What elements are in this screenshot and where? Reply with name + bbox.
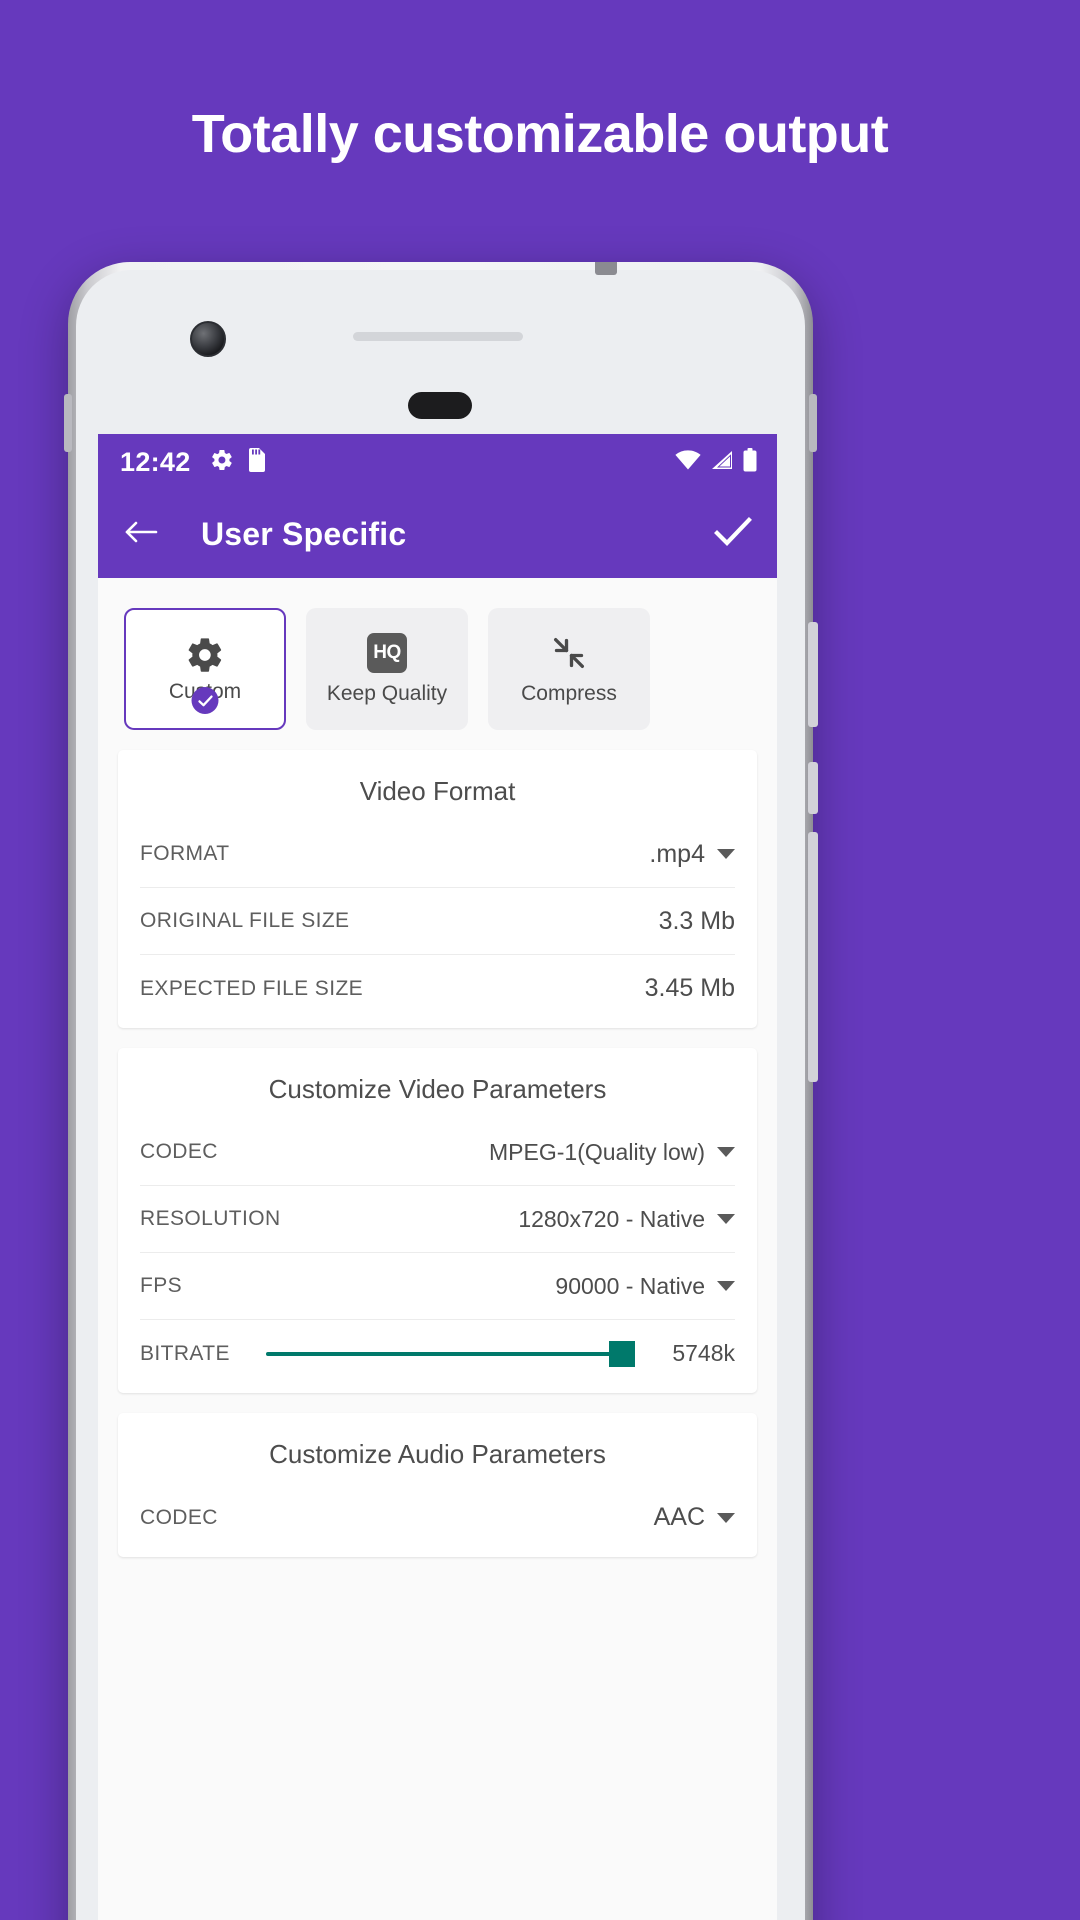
chevron-down-icon[interactable]	[717, 1512, 735, 1523]
row-resolution[interactable]: RESOLUTION 1280x720 - Native	[140, 1186, 735, 1253]
row-audio-codec[interactable]: CODEC AAC	[140, 1484, 735, 1551]
status-right-icons	[675, 447, 757, 477]
row-value-text: 3.45 Mb	[644, 974, 735, 1002]
mode-chip-label: Keep Quality	[326, 682, 448, 705]
phone-power-button	[808, 832, 818, 1082]
mode-selector: Custom HQ Keep Quality	[98, 578, 777, 730]
row-value-text: .mp4	[649, 839, 705, 868]
chevron-down-icon[interactable]	[717, 1147, 735, 1157]
confirm-check-button[interactable]	[713, 515, 753, 554]
compress-icon	[549, 632, 589, 674]
chevron-down-icon[interactable]	[717, 1214, 735, 1224]
check-circle-icon	[191, 687, 219, 714]
app-toolbar: User Specific	[98, 490, 777, 578]
chevron-down-icon[interactable]	[717, 849, 735, 859]
row-label: FPS	[140, 1274, 183, 1297]
row-expected-file-size: EXPECTED FILE SIZE 3.45 Mb	[140, 955, 735, 1022]
gear-icon	[185, 634, 225, 676]
row-original-file-size: ORIGINAL FILE SIZE 3.3 Mb	[140, 888, 735, 955]
phone-screen: 12:42 User Specific HQ Keep Quality Comp…	[98, 434, 777, 1920]
phone-side-button-left	[64, 394, 72, 452]
mode-chip-compress[interactable]: Compress	[488, 608, 650, 730]
row-value: 3.45 Mb	[645, 974, 735, 1003]
page-title: Totally customizable output	[191, 104, 889, 164]
row-fps[interactable]: FPS 90000 - Native	[140, 1253, 735, 1320]
mode-chip-keep-quality[interactable]: HQ Keep Quality	[306, 608, 468, 730]
row-label: CODEC	[140, 1140, 218, 1163]
toolbar-title: User Specific	[201, 515, 407, 552]
status-left-icons	[210, 447, 267, 477]
earpiece-speaker	[353, 332, 523, 341]
wifi-icon	[675, 449, 701, 475]
row-value-text: 1280x720 - Native	[518, 1205, 705, 1232]
status-bar: 12:42	[98, 434, 777, 490]
row-value: .mp4	[649, 840, 735, 869]
row-video-codec[interactable]: CODEC MPEG-1(Quality low)	[140, 1119, 735, 1186]
status-clock: 12:42	[120, 446, 191, 477]
row-value-text: 90000 - Native	[555, 1272, 705, 1299]
phone-side-button-right	[809, 394, 817, 452]
phone-volume-up-button	[808, 622, 818, 727]
front-camera-icon	[190, 321, 226, 357]
phone-volume-down-button	[808, 762, 818, 814]
mode-chip-label: Compress	[521, 682, 617, 705]
row-label: CODEC	[140, 1505, 218, 1529]
video-parameters-card: Customize Video Parameters CODEC MPEG-1(…	[118, 1048, 757, 1393]
bitrate-slider[interactable]	[265, 1339, 635, 1369]
home-button	[408, 392, 472, 419]
hq-icon: HQ	[367, 632, 407, 674]
slider-track[interactable]	[265, 1351, 611, 1356]
row-value-text: MPEG-1(Quality low)	[489, 1138, 705, 1165]
audio-parameters-card: Customize Audio Parameters CODEC AAC	[118, 1413, 757, 1557]
battery-icon	[743, 447, 757, 477]
row-bitrate[interactable]: BITRATE 5748k	[140, 1320, 735, 1387]
row-value-text: 3.3 Mb	[658, 906, 735, 935]
row-label: RESOLUTION	[140, 1207, 281, 1230]
bitrate-value: 5748k	[672, 1340, 735, 1366]
cell-signal-icon	[710, 450, 734, 475]
row-label: FORMAT	[140, 842, 230, 865]
settings-content: Custom HQ Keep Quality	[98, 578, 777, 1920]
row-label: ORIGINAL FILE SIZE	[140, 909, 350, 932]
row-label: BITRATE	[140, 1341, 230, 1365]
chevron-down-icon[interactable]	[717, 1281, 735, 1291]
phone-mockup: 12:42 User Specific HQ Keep Quality Comp…	[64, 262, 818, 1920]
antenna-nub	[595, 262, 617, 275]
row-label: EXPECTED FILE SIZE	[140, 976, 364, 1000]
video-format-card: Video Format FORMAT .mp4 ORIGINAL FILE S…	[118, 750, 757, 1028]
mode-chip-custom[interactable]: Custom	[124, 608, 286, 730]
sd-card-icon	[247, 447, 267, 477]
row-value: AAC	[654, 1503, 735, 1532]
row-format[interactable]: FORMAT .mp4	[140, 821, 735, 888]
slider-thumb[interactable]	[609, 1340, 635, 1367]
row-value-text: AAC	[653, 1503, 705, 1531]
gear-icon	[210, 448, 234, 477]
card-title: Customize Audio Parameters	[269, 1439, 606, 1469]
row-value: 3.3 Mb	[659, 907, 735, 936]
card-title: Video Format	[359, 776, 516, 806]
row-value: 1280x720 - Native	[518, 1206, 735, 1233]
card-title: Customize Video Parameters	[268, 1074, 607, 1104]
back-button[interactable]	[124, 517, 158, 552]
row-value: MPEG-1(Quality low)	[489, 1139, 735, 1166]
row-value: 90000 - Native	[555, 1273, 735, 1300]
